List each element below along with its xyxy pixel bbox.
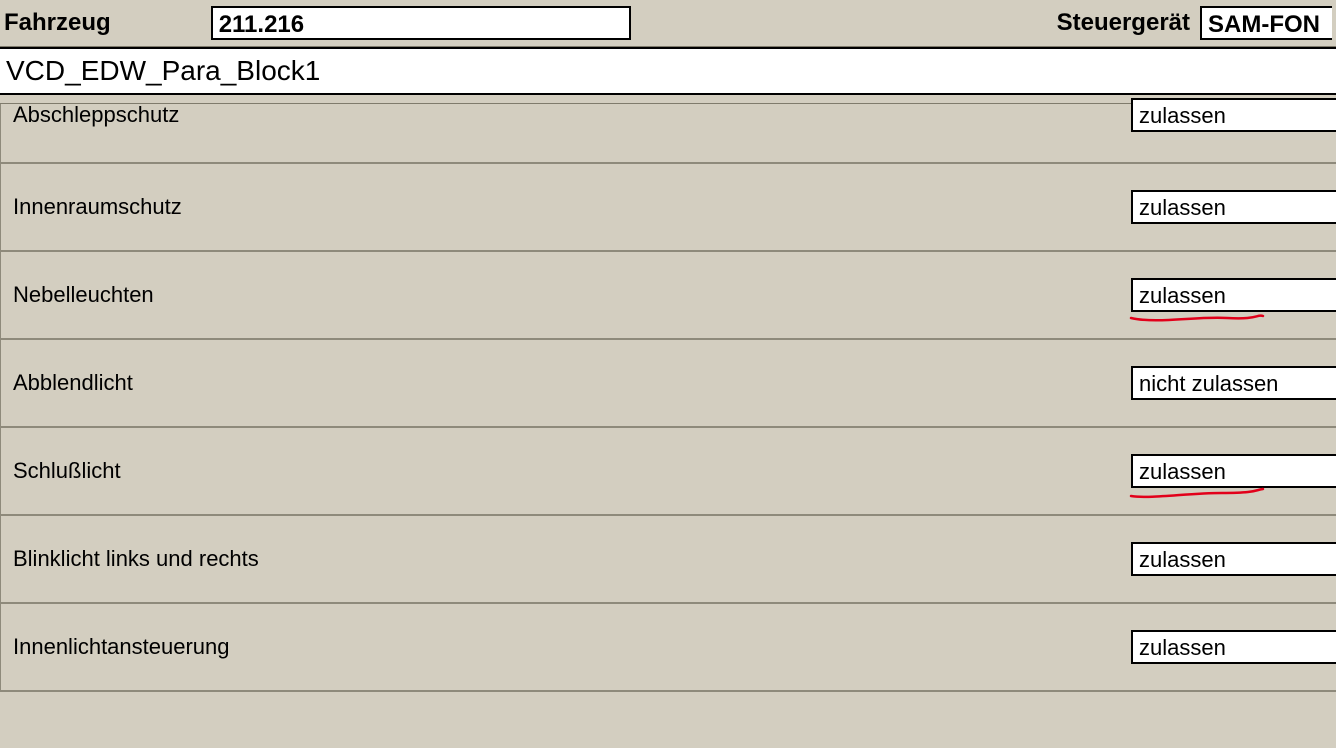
param-row: Nebelleuchten zulassen bbox=[0, 252, 1336, 340]
param-label: Abblendlicht bbox=[13, 370, 133, 396]
param-label: Abschleppschutz bbox=[13, 102, 179, 128]
param-label: Innenlichtansteuerung bbox=[13, 634, 230, 660]
block-title: VCD_EDW_Para_Block1 bbox=[0, 47, 1336, 95]
param-value-select[interactable]: zulassen bbox=[1131, 98, 1336, 132]
param-list: Abschleppschutz zulassen Innenraumschutz… bbox=[0, 103, 1336, 692]
param-row: Blinklicht links und rechts zulassen bbox=[0, 516, 1336, 604]
param-value-select[interactable]: zulassen bbox=[1131, 454, 1336, 488]
param-value-select[interactable]: zulassen bbox=[1131, 190, 1336, 224]
param-label: Schlußlicht bbox=[13, 458, 121, 484]
param-row: Abblendlicht nicht zulassen bbox=[0, 340, 1336, 428]
param-value-select[interactable]: nicht zulassen bbox=[1131, 366, 1336, 400]
param-value-select[interactable]: zulassen bbox=[1131, 278, 1336, 312]
param-row: Abschleppschutz zulassen bbox=[0, 104, 1336, 164]
param-row: Schlußlicht zulassen bbox=[0, 428, 1336, 516]
param-value-select[interactable]: zulassen bbox=[1131, 542, 1336, 576]
param-label: Innenraumschutz bbox=[13, 194, 182, 220]
header-bar: Fahrzeug 211.216 Steuergerät SAM-FON bbox=[0, 0, 1336, 47]
steuergeraet-input[interactable]: SAM-FON bbox=[1200, 6, 1332, 40]
param-row: Innenlichtansteuerung zulassen bbox=[0, 604, 1336, 692]
fahrzeug-input[interactable]: 211.216 bbox=[211, 6, 631, 40]
fahrzeug-label: Fahrzeug bbox=[4, 9, 111, 37]
param-label: Nebelleuchten bbox=[13, 282, 154, 308]
param-value-select[interactable]: zulassen bbox=[1131, 630, 1336, 664]
param-label: Blinklicht links und rechts bbox=[13, 546, 259, 572]
param-row: Innenraumschutz zulassen bbox=[0, 164, 1336, 252]
steuergeraet-label: Steuergerät bbox=[1057, 9, 1190, 37]
